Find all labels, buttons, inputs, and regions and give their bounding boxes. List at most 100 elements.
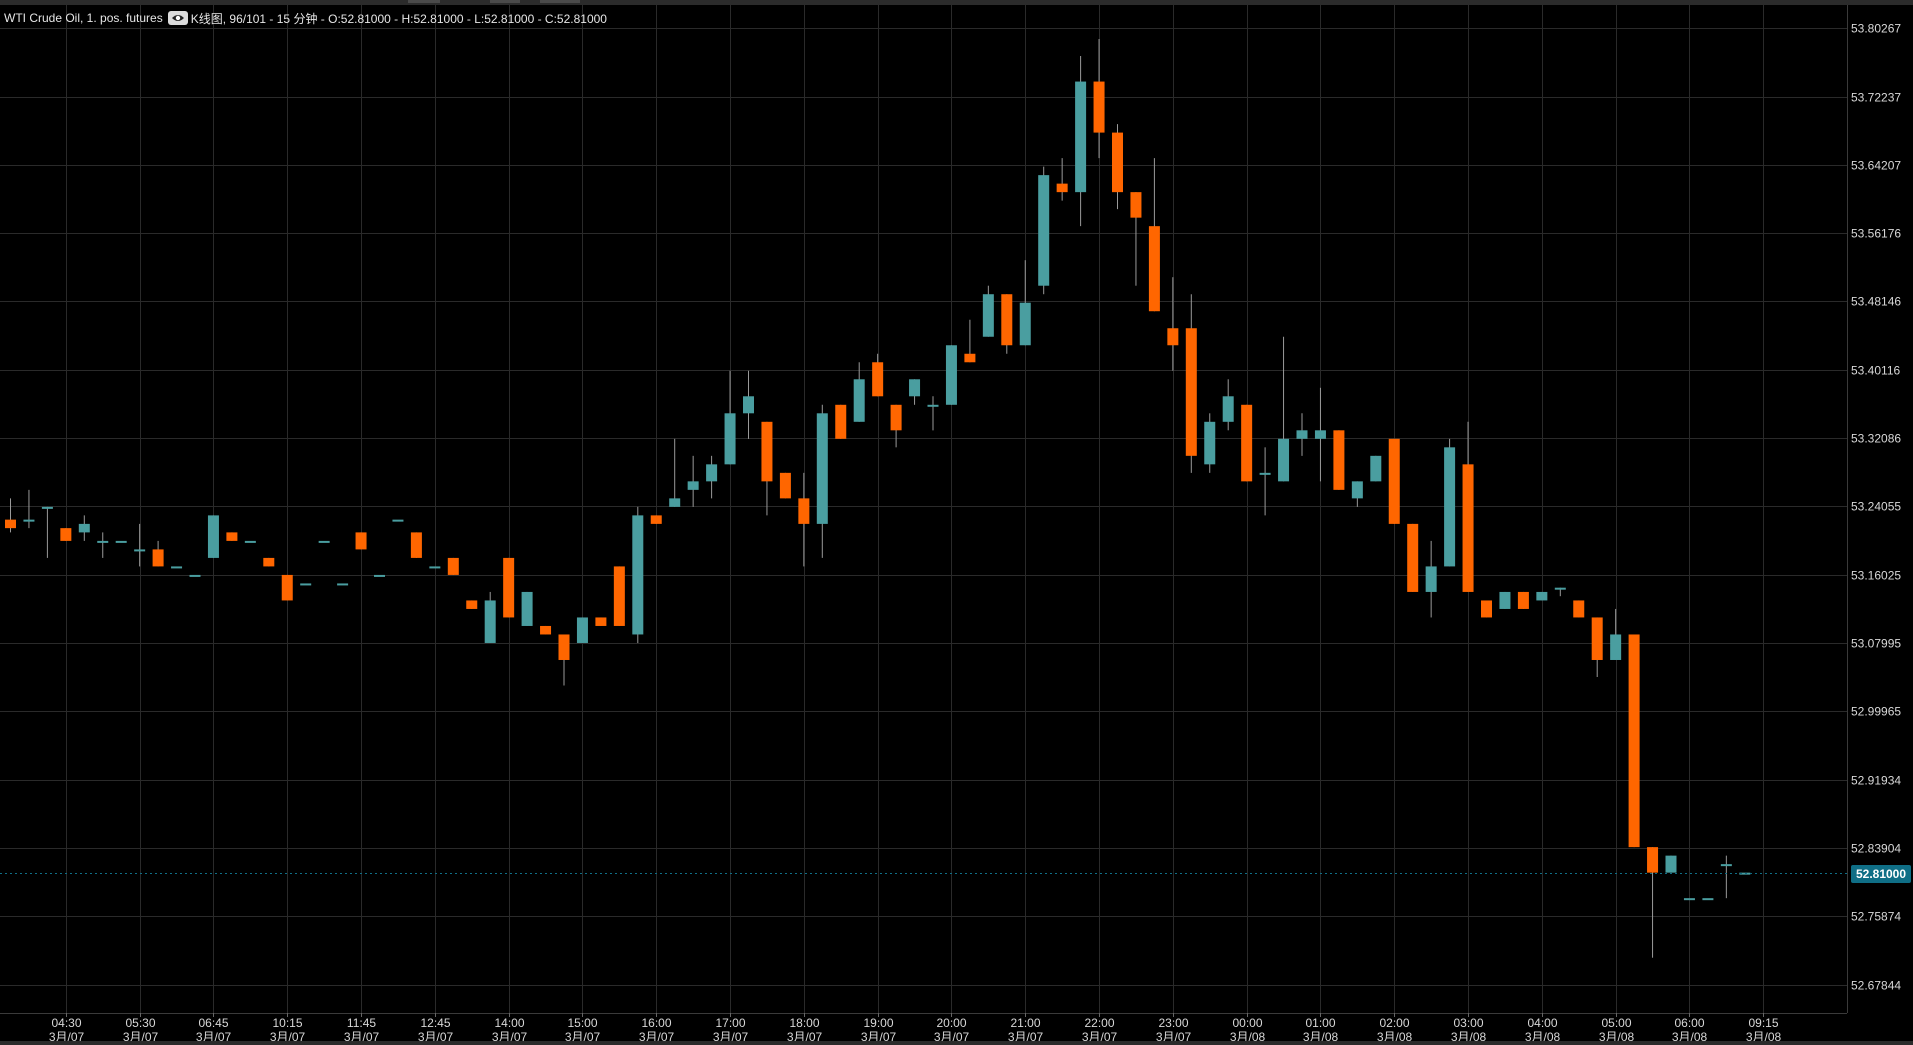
candle-body (706, 464, 718, 482)
candle-body (78, 523, 90, 533)
candle-body (5, 519, 16, 529)
candle-body (1038, 175, 1050, 286)
candle-body (318, 540, 330, 543)
y-tick-label: 53.56176 (1851, 227, 1901, 241)
candle-body (1314, 430, 1326, 439)
candle-body (207, 515, 219, 558)
candle-body (41, 506, 53, 509)
y-tick-label: 52.83904 (1851, 842, 1901, 856)
candle-body (687, 481, 699, 490)
candle-body (1333, 430, 1345, 490)
candle-body (429, 566, 441, 569)
candle-body (1683, 898, 1695, 901)
x-tick-time: 18:00 (789, 1016, 819, 1030)
y-tick-label: 53.40116 (1851, 364, 1900, 378)
candle-body (1278, 438, 1290, 482)
y-tick-label: 53.64207 (1851, 159, 1901, 173)
candle-body (1665, 855, 1677, 873)
x-tick-time: 10:15 (272, 1016, 302, 1030)
y-tick-label: 52.91934 (1851, 774, 1901, 788)
candle-body (909, 379, 921, 397)
candle-body (540, 625, 552, 635)
x-tick-time: 05:30 (125, 1016, 155, 1030)
x-tick-time: 21:00 (1010, 1016, 1040, 1030)
candle-body (761, 421, 773, 482)
chart-header: WTI Crude Oil, 1. pos. futures K线图, 96/1… (4, 10, 607, 26)
grid-lines (0, 5, 1848, 1014)
candle-body (60, 528, 72, 541)
candle-body (1259, 472, 1271, 475)
candle-body (263, 557, 275, 567)
candle-body (576, 617, 588, 643)
candle-body (1056, 183, 1068, 193)
candle-body (890, 404, 902, 431)
candle-body (1167, 328, 1179, 346)
bottom-scrollbar[interactable] (0, 1041, 1913, 1045)
candle-body (1573, 600, 1585, 618)
x-tick-time: 05:00 (1601, 1016, 1631, 1030)
candle-body (447, 557, 459, 575)
candle-body (1462, 464, 1474, 592)
candles (5, 39, 1751, 958)
chart-info: K线图, 96/101 - 15 分钟 - O:52.81000 - H:52.… (190, 11, 607, 26)
candle-body (669, 498, 681, 507)
candle-body (724, 413, 736, 465)
x-tick-time: 03:00 (1453, 1016, 1483, 1030)
candle-body (798, 498, 810, 524)
candle-body (244, 540, 256, 543)
y-tick-label: 52.75874 (1851, 910, 1901, 924)
candle-body (300, 583, 312, 586)
candle-body (1536, 591, 1548, 601)
candle-body (1296, 430, 1308, 439)
candle-body (835, 404, 847, 439)
candle-body (1554, 587, 1566, 590)
y-tick-label: 53.32086 (1851, 432, 1901, 446)
candle-body (503, 557, 515, 618)
candle-body (1499, 591, 1511, 609)
x-tick-time: 20:00 (936, 1016, 966, 1030)
x-tick-time: 17:00 (715, 1016, 745, 1030)
candle-body (226, 532, 238, 541)
candle-body (595, 617, 607, 626)
candle-body (374, 574, 385, 577)
candle-body (281, 574, 293, 601)
candlestick-chart[interactable]: 53.80267 53.72237 53.64207 53.56176 53.48146… (0, 0, 1913, 1045)
y-tick-label: 53.48146 (1851, 295, 1901, 309)
candle-body (355, 532, 367, 550)
y-tick-label: 53.24055 (1851, 500, 1901, 514)
candle-body (1241, 404, 1253, 482)
candle-body (1517, 591, 1529, 609)
candle-body (1351, 481, 1363, 499)
x-tick-time: 09:15 (1748, 1016, 1778, 1030)
candle-body (1019, 302, 1031, 346)
x-tick-time: 02:00 (1379, 1016, 1409, 1030)
candle-body (1112, 132, 1123, 193)
candle-body (337, 583, 349, 586)
symbol-name: WTI Crude Oil, 1. pos. futures (4, 11, 163, 25)
candle-body (1388, 438, 1400, 524)
x-tick-time: 23:00 (1158, 1016, 1188, 1030)
candle-body (410, 532, 422, 558)
candle-body (1204, 421, 1216, 465)
candle-body (743, 396, 754, 414)
candle-body (1444, 447, 1456, 567)
candle-body (816, 413, 828, 524)
eye-icon[interactable] (167, 11, 188, 25)
candle-body (1370, 455, 1382, 482)
candle-body (1075, 81, 1087, 193)
candle-body (1481, 600, 1492, 618)
time-axis: 04:303月/0705:303月/0706:453月/0710:153月/07… (49, 1013, 1782, 1044)
x-tick-time: 15:00 (567, 1016, 597, 1030)
x-tick-time: 04:00 (1527, 1016, 1557, 1030)
y-tick-label: 53.07995 (1851, 637, 1901, 651)
candle-body (558, 634, 570, 660)
candle-body (1591, 617, 1603, 660)
y-tick-label: 52.99965 (1851, 705, 1901, 719)
candle-body (189, 574, 201, 577)
candle-body (1148, 226, 1160, 312)
candle-body (1222, 396, 1234, 422)
x-tick-time: 14:00 (494, 1016, 524, 1030)
candle-body (23, 519, 35, 522)
candle-body (134, 549, 146, 552)
candle-body (115, 540, 127, 543)
